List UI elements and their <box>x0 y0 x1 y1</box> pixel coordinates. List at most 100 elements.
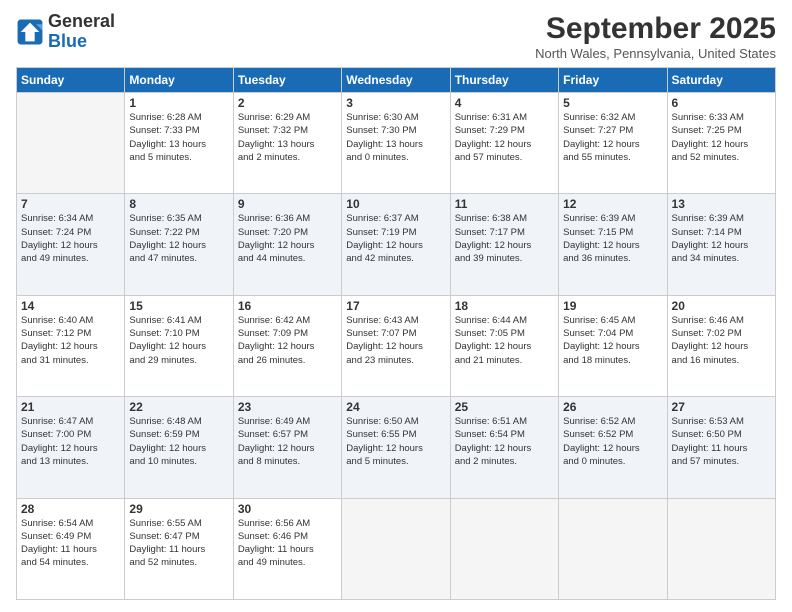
calendar-cell: 17Sunrise: 6:43 AMSunset: 7:07 PMDayligh… <box>342 295 450 396</box>
day-number: 6 <box>672 96 771 110</box>
calendar-cell: 30Sunrise: 6:56 AMSunset: 6:46 PMDayligh… <box>233 498 341 599</box>
calendar-cell: 13Sunrise: 6:39 AMSunset: 7:14 PMDayligh… <box>667 194 775 295</box>
calendar-cell <box>667 498 775 599</box>
logo-icon <box>16 18 44 46</box>
day-number: 13 <box>672 197 771 211</box>
day-number: 24 <box>346 400 445 414</box>
calendar-week-row: 1Sunrise: 6:28 AMSunset: 7:33 PMDaylight… <box>17 93 776 194</box>
calendar-cell: 8Sunrise: 6:35 AMSunset: 7:22 PMDaylight… <box>125 194 233 295</box>
calendar-week-row: 14Sunrise: 6:40 AMSunset: 7:12 PMDayligh… <box>17 295 776 396</box>
calendar-cell <box>450 498 558 599</box>
calendar-cell: 16Sunrise: 6:42 AMSunset: 7:09 PMDayligh… <box>233 295 341 396</box>
day-number: 23 <box>238 400 337 414</box>
day-number: 14 <box>21 299 120 313</box>
day-info: Sunrise: 6:49 AMSunset: 6:57 PMDaylight:… <box>238 415 337 468</box>
day-info: Sunrise: 6:46 AMSunset: 7:02 PMDaylight:… <box>672 314 771 367</box>
day-info: Sunrise: 6:44 AMSunset: 7:05 PMDaylight:… <box>455 314 554 367</box>
day-info: Sunrise: 6:34 AMSunset: 7:24 PMDaylight:… <box>21 212 120 265</box>
day-number: 10 <box>346 197 445 211</box>
day-number: 16 <box>238 299 337 313</box>
day-info: Sunrise: 6:51 AMSunset: 6:54 PMDaylight:… <box>455 415 554 468</box>
day-info: Sunrise: 6:56 AMSunset: 6:46 PMDaylight:… <box>238 517 337 570</box>
page: General Blue September 2025 North Wales,… <box>0 0 792 612</box>
day-info: Sunrise: 6:39 AMSunset: 7:15 PMDaylight:… <box>563 212 662 265</box>
day-number: 29 <box>129 502 228 516</box>
day-info: Sunrise: 6:38 AMSunset: 7:17 PMDaylight:… <box>455 212 554 265</box>
day-number: 5 <box>563 96 662 110</box>
day-number: 27 <box>672 400 771 414</box>
calendar-cell: 18Sunrise: 6:44 AMSunset: 7:05 PMDayligh… <box>450 295 558 396</box>
day-number: 18 <box>455 299 554 313</box>
subtitle: North Wales, Pennsylvania, United States <box>535 46 776 61</box>
day-number: 22 <box>129 400 228 414</box>
calendar-table: SundayMondayTuesdayWednesdayThursdayFrid… <box>16 67 776 600</box>
month-title: September 2025 <box>535 12 776 46</box>
day-number: 7 <box>21 197 120 211</box>
day-number: 12 <box>563 197 662 211</box>
day-number: 17 <box>346 299 445 313</box>
calendar-cell: 14Sunrise: 6:40 AMSunset: 7:12 PMDayligh… <box>17 295 125 396</box>
day-info: Sunrise: 6:37 AMSunset: 7:19 PMDaylight:… <box>346 212 445 265</box>
weekday-header-saturday: Saturday <box>667 68 775 93</box>
day-number: 30 <box>238 502 337 516</box>
calendar-cell: 3Sunrise: 6:30 AMSunset: 7:30 PMDaylight… <box>342 93 450 194</box>
weekday-header-friday: Friday <box>559 68 667 93</box>
day-number: 2 <box>238 96 337 110</box>
day-info: Sunrise: 6:54 AMSunset: 6:49 PMDaylight:… <box>21 517 120 570</box>
calendar-cell <box>342 498 450 599</box>
logo-line1: General <box>48 12 115 32</box>
calendar-cell: 10Sunrise: 6:37 AMSunset: 7:19 PMDayligh… <box>342 194 450 295</box>
title-area: September 2025 North Wales, Pennsylvania… <box>535 12 776 61</box>
day-info: Sunrise: 6:35 AMSunset: 7:22 PMDaylight:… <box>129 212 228 265</box>
calendar-cell: 7Sunrise: 6:34 AMSunset: 7:24 PMDaylight… <box>17 194 125 295</box>
calendar-cell: 5Sunrise: 6:32 AMSunset: 7:27 PMDaylight… <box>559 93 667 194</box>
day-info: Sunrise: 6:47 AMSunset: 7:00 PMDaylight:… <box>21 415 120 468</box>
day-info: Sunrise: 6:31 AMSunset: 7:29 PMDaylight:… <box>455 111 554 164</box>
calendar-cell: 4Sunrise: 6:31 AMSunset: 7:29 PMDaylight… <box>450 93 558 194</box>
logo-line2: Blue <box>48 32 115 52</box>
day-number: 19 <box>563 299 662 313</box>
day-number: 15 <box>129 299 228 313</box>
day-number: 21 <box>21 400 120 414</box>
calendar-cell: 28Sunrise: 6:54 AMSunset: 6:49 PMDayligh… <box>17 498 125 599</box>
calendar-cell: 1Sunrise: 6:28 AMSunset: 7:33 PMDaylight… <box>125 93 233 194</box>
calendar-cell: 26Sunrise: 6:52 AMSunset: 6:52 PMDayligh… <box>559 397 667 498</box>
calendar-cell: 6Sunrise: 6:33 AMSunset: 7:25 PMDaylight… <box>667 93 775 194</box>
day-info: Sunrise: 6:33 AMSunset: 7:25 PMDaylight:… <box>672 111 771 164</box>
day-info: Sunrise: 6:32 AMSunset: 7:27 PMDaylight:… <box>563 111 662 164</box>
day-info: Sunrise: 6:53 AMSunset: 6:50 PMDaylight:… <box>672 415 771 468</box>
weekday-header-monday: Monday <box>125 68 233 93</box>
weekday-header-tuesday: Tuesday <box>233 68 341 93</box>
day-info: Sunrise: 6:36 AMSunset: 7:20 PMDaylight:… <box>238 212 337 265</box>
calendar-cell: 15Sunrise: 6:41 AMSunset: 7:10 PMDayligh… <box>125 295 233 396</box>
day-info: Sunrise: 6:43 AMSunset: 7:07 PMDaylight:… <box>346 314 445 367</box>
calendar-cell <box>559 498 667 599</box>
day-number: 8 <box>129 197 228 211</box>
calendar-cell: 2Sunrise: 6:29 AMSunset: 7:32 PMDaylight… <box>233 93 341 194</box>
day-info: Sunrise: 6:48 AMSunset: 6:59 PMDaylight:… <box>129 415 228 468</box>
day-info: Sunrise: 6:28 AMSunset: 7:33 PMDaylight:… <box>129 111 228 164</box>
calendar-cell: 22Sunrise: 6:48 AMSunset: 6:59 PMDayligh… <box>125 397 233 498</box>
calendar-week-row: 21Sunrise: 6:47 AMSunset: 7:00 PMDayligh… <box>17 397 776 498</box>
calendar-cell: 24Sunrise: 6:50 AMSunset: 6:55 PMDayligh… <box>342 397 450 498</box>
day-number: 3 <box>346 96 445 110</box>
calendar-cell: 19Sunrise: 6:45 AMSunset: 7:04 PMDayligh… <box>559 295 667 396</box>
day-number: 25 <box>455 400 554 414</box>
day-number: 9 <box>238 197 337 211</box>
calendar-header-row: SundayMondayTuesdayWednesdayThursdayFrid… <box>17 68 776 93</box>
calendar-cell: 21Sunrise: 6:47 AMSunset: 7:00 PMDayligh… <box>17 397 125 498</box>
calendar-cell: 20Sunrise: 6:46 AMSunset: 7:02 PMDayligh… <box>667 295 775 396</box>
logo: General Blue <box>16 12 115 52</box>
weekday-header-wednesday: Wednesday <box>342 68 450 93</box>
calendar-cell: 25Sunrise: 6:51 AMSunset: 6:54 PMDayligh… <box>450 397 558 498</box>
calendar-cell: 11Sunrise: 6:38 AMSunset: 7:17 PMDayligh… <box>450 194 558 295</box>
weekday-header-thursday: Thursday <box>450 68 558 93</box>
calendar-cell: 29Sunrise: 6:55 AMSunset: 6:47 PMDayligh… <box>125 498 233 599</box>
day-info: Sunrise: 6:52 AMSunset: 6:52 PMDaylight:… <box>563 415 662 468</box>
day-number: 28 <box>21 502 120 516</box>
calendar-cell: 12Sunrise: 6:39 AMSunset: 7:15 PMDayligh… <box>559 194 667 295</box>
day-info: Sunrise: 6:42 AMSunset: 7:09 PMDaylight:… <box>238 314 337 367</box>
day-info: Sunrise: 6:39 AMSunset: 7:14 PMDaylight:… <box>672 212 771 265</box>
day-info: Sunrise: 6:30 AMSunset: 7:30 PMDaylight:… <box>346 111 445 164</box>
day-number: 11 <box>455 197 554 211</box>
